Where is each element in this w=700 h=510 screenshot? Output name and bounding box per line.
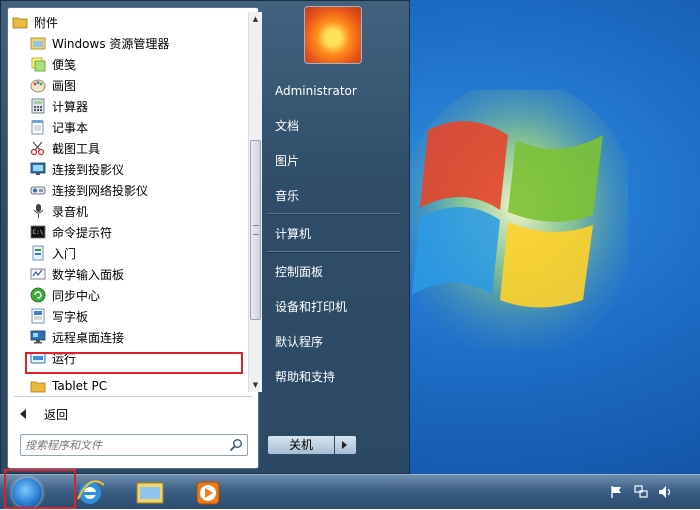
list-item-label: 便笺 — [52, 57, 77, 72]
folder-icon — [30, 381, 46, 393]
back-button[interactable]: 返回 — [14, 403, 252, 425]
right-item-administrator[interactable]: Administrator — [269, 78, 403, 104]
list-item-connect-projector[interactable]: 连接到投影仪 — [30, 159, 242, 179]
list-item-accessories-folder[interactable]: 附件 — [12, 12, 242, 32]
list-item-command-prompt[interactable]: C:\ 命令提示符 — [30, 222, 242, 242]
list-item-label: Windows 资源管理器 — [52, 36, 170, 51]
list-item-label: 截图工具 — [52, 141, 101, 156]
start-menu: 附件 Windows 资源管理器 便笺 画图 计算器 记事本 截图工具 连接到投… — [0, 0, 410, 474]
folder-icon — [12, 17, 28, 29]
right-item-devices-printers[interactable]: 设备和打印机 — [269, 294, 403, 320]
list-item-label: 同步中心 — [52, 288, 101, 303]
programs-scrollbar[interactable]: ▲ ▼ — [248, 12, 262, 392]
user-avatar[interactable] — [304, 6, 362, 64]
remote-desktop-icon — [30, 330, 46, 344]
wordpad-icon — [31, 308, 45, 324]
list-item-sticky-notes[interactable]: 便笺 — [30, 54, 242, 74]
right-item-documents[interactable]: 文档 — [269, 113, 403, 139]
list-item-windows-explorer[interactable]: Windows 资源管理器 — [30, 33, 242, 53]
list-item-label: 连接到网络投影仪 — [52, 183, 149, 198]
taskbar — [0, 474, 700, 509]
list-item-label: 写字板 — [52, 309, 89, 324]
scroll-down-arrow-icon[interactable]: ▼ — [249, 378, 262, 392]
list-item-math-input-panel[interactable]: 数学输入面板 — [30, 264, 242, 284]
windows-logo-wallpaper — [408, 90, 628, 350]
back-label: 返回 — [44, 407, 69, 422]
system-tray — [600, 475, 700, 510]
list-item-sound-recorder[interactable]: 录音机 — [30, 201, 242, 221]
search-input[interactable] — [25, 437, 215, 453]
run-highlight-box — [25, 352, 243, 374]
search-box[interactable] — [20, 434, 248, 456]
list-item-label: 录音机 — [52, 204, 89, 219]
snipping-tool-icon — [30, 141, 45, 156]
search-icon[interactable] — [229, 438, 243, 452]
list-item-label: 附件 — [34, 15, 59, 30]
shutdown-options-button[interactable] — [335, 435, 357, 455]
sync-center-icon — [30, 287, 46, 303]
shutdown-button[interactable]: 关机 — [267, 435, 335, 455]
list-item-label: 记事本 — [52, 120, 89, 135]
getting-started-icon — [32, 245, 44, 261]
list-item-getting-started[interactable]: 入门 — [30, 243, 242, 263]
scroll-thumb[interactable] — [250, 140, 261, 320]
microphone-icon — [33, 204, 44, 218]
programs-list: 附件 Windows 资源管理器 便笺 画图 计算器 记事本 截图工具 连接到投… — [12, 10, 244, 395]
list-item-label: 命令提示符 — [52, 225, 113, 240]
math-input-icon — [30, 268, 46, 280]
internet-explorer-icon[interactable] — [70, 477, 110, 509]
programs-panel: 附件 Windows 资源管理器 便笺 画图 计算器 记事本 截图工具 连接到投… — [7, 7, 262, 469]
list-item-label: 计算器 — [52, 99, 89, 114]
paint-icon — [30, 79, 46, 93]
scroll-grip-icon — [253, 225, 259, 235]
network-projector-icon — [30, 186, 46, 195]
calculator-icon — [31, 98, 45, 114]
list-item-connect-network-projector[interactable]: 连接到网络投影仪 — [30, 180, 242, 200]
action-center-flag-icon[interactable] — [610, 485, 624, 499]
right-item-help-support[interactable]: 帮助和支持 — [269, 364, 403, 390]
scroll-up-arrow-icon[interactable]: ▲ — [249, 12, 262, 26]
list-item-wordpad[interactable]: 写字板 — [30, 306, 242, 326]
media-player-icon[interactable] — [188, 477, 228, 509]
back-arrow-icon — [20, 409, 26, 419]
right-item-control-panel[interactable]: 控制面板 — [269, 259, 403, 285]
list-item-tablet-pc-folder[interactable]: Tablet PC — [30, 376, 244, 395]
network-icon[interactable] — [634, 485, 648, 499]
svg-text:C:\: C:\ — [33, 229, 44, 236]
list-item-sync-center[interactable]: 同步中心 — [30, 285, 242, 305]
list-item-paint[interactable]: 画图 — [30, 75, 242, 95]
right-item-pictures[interactable]: 图片 — [269, 148, 403, 174]
list-item-calculator[interactable]: 计算器 — [30, 96, 242, 116]
windows-explorer-icon[interactable] — [130, 477, 170, 509]
list-item-label: 连接到投影仪 — [52, 162, 125, 177]
divider — [267, 251, 401, 253]
volume-icon[interactable] — [658, 485, 672, 499]
divider — [14, 396, 252, 397]
list-item-label: Tablet PC — [52, 379, 108, 393]
chevron-right-icon — [342, 441, 347, 449]
right-item-computer[interactable]: 计算机 — [269, 221, 403, 247]
notepad-icon — [31, 120, 44, 135]
list-item-label: 数学输入面板 — [52, 267, 125, 282]
list-item-snipping-tool[interactable]: 截图工具 — [30, 138, 242, 158]
list-item-label: 画图 — [52, 78, 77, 93]
right-item-default-programs[interactable]: 默认程序 — [269, 329, 403, 355]
right-item-music[interactable]: 音乐 — [269, 183, 403, 209]
list-item-notepad[interactable]: 记事本 — [30, 117, 242, 137]
list-item-label: 远程桌面连接 — [52, 330, 125, 345]
command-prompt-icon: C:\ — [30, 225, 46, 239]
start-button-highlight-box — [4, 469, 76, 509]
projector-icon — [30, 162, 46, 175]
divider — [267, 213, 401, 215]
explorer-icon — [30, 37, 46, 50]
list-item-remote-desktop[interactable]: 远程桌面连接 — [30, 327, 242, 347]
list-item-label: 入门 — [52, 246, 77, 261]
sticky-notes-icon — [31, 57, 46, 72]
